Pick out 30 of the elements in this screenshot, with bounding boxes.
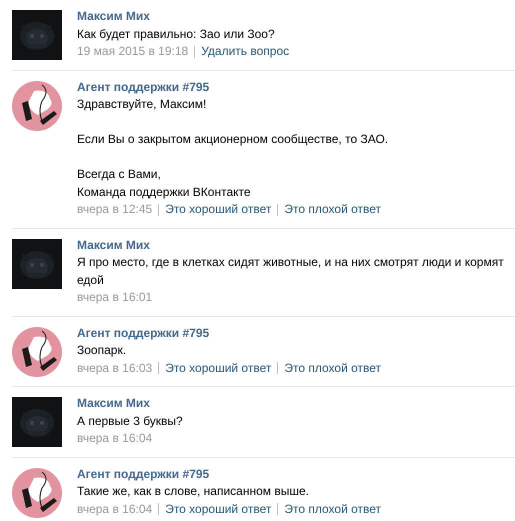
avatar-drawing: [12, 80, 62, 130]
message-text: Всегда с Вами, Команда поддержки ВКонтакте: [77, 166, 251, 200]
action-link[interactable]: Это плохой ответ: [284, 500, 382, 518]
action-link[interactable]: Это хороший ответ: [165, 360, 272, 377]
message-date: вчера в 16:04: [77, 430, 152, 447]
author-name[interactable]: Агент поддержки #795: [77, 78, 210, 96]
avatar-drawing: [12, 326, 62, 376]
message-date: вчера в 16:01: [77, 289, 152, 306]
message-date: вчера в 16:04: [77, 500, 152, 518]
message-date: вчера в 12:45: [77, 201, 152, 218]
action-link[interactable]: Это хороший ответ: [165, 201, 272, 218]
message-text: Если Вы о закрытом акционерном сообществе, то ЗАО.: [77, 131, 388, 148]
author-name[interactable]: Агент поддержки #795: [77, 466, 210, 483]
message-text: Как будет правильно: Зао или Зоо?: [77, 26, 275, 42]
message-text: Зоопарк.: [77, 342, 126, 359]
action-link[interactable]: Это плохой ответ: [284, 201, 382, 218]
action-link[interactable]: Это плохой ответ: [284, 360, 382, 377]
action-link[interactable]: Удалить вопрос: [201, 43, 290, 60]
message-text: Здравствуйте, Максим!: [77, 96, 206, 113]
message-text: Я про место, где в клетках сидят животные, и на них смотрят люди и кормят едой: [77, 254, 505, 288]
message-text: Такие же, как в слове, написанном выше.: [77, 483, 309, 500]
author-name[interactable]: Максим Мих: [77, 8, 150, 26]
message-date: вчера в 16:03: [77, 360, 152, 376]
message-date: 19 мая 2015 в 19:18: [77, 43, 188, 60]
author-name[interactable]: Максим Мих: [77, 236, 150, 254]
author-name[interactable]: Агент поддержки #795: [77, 324, 210, 342]
message-text: А первые 3 буквы?: [77, 412, 183, 430]
action-link[interactable]: Это хороший ответ: [165, 500, 272, 518]
author-name[interactable]: Максим Мих: [77, 395, 150, 412]
avatar-drawing: [12, 468, 62, 518]
